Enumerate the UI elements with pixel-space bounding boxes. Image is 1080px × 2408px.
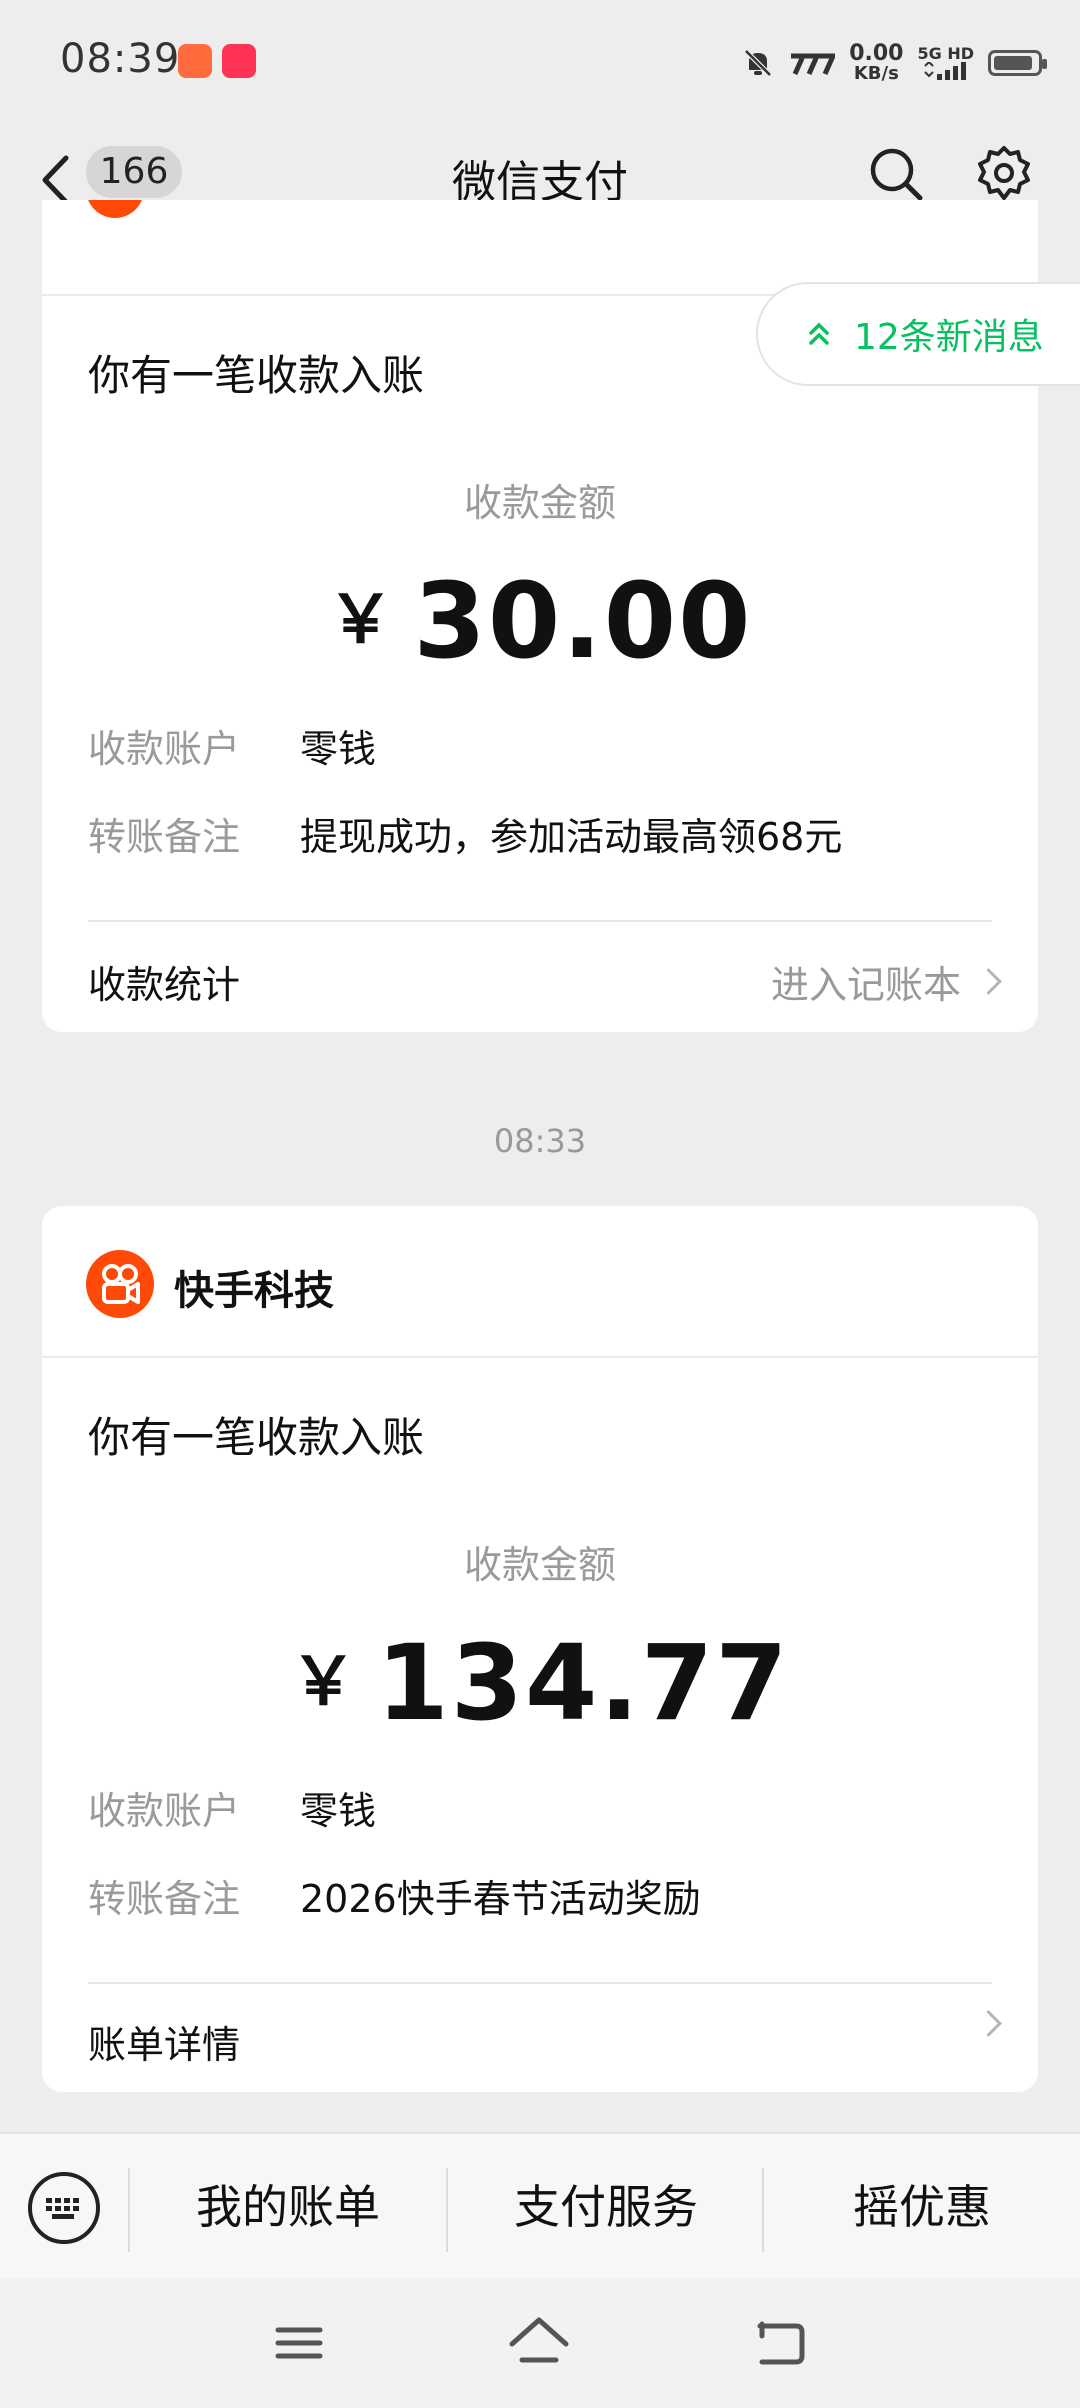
- message-time: 08:33: [493, 1122, 587, 1160]
- network-type: 5G HD: [917, 46, 974, 80]
- amount-value: ￥ 134.77: [42, 1622, 1038, 1744]
- app-notification-icon-1: [178, 44, 212, 78]
- chevron-right-icon: [975, 2010, 1002, 2037]
- net-speed-unit: KB/s: [853, 63, 899, 84]
- system-nav-bar: [0, 2278, 1080, 2408]
- detail-key: 收款账户: [88, 1789, 241, 1833]
- amount-number: 134.77: [376, 1622, 790, 1744]
- net-speed: 0.00 KB/s: [849, 43, 903, 83]
- detail-row-account: 收款账户 零钱: [88, 718, 376, 773]
- detail-key: 转账备注: [88, 815, 241, 859]
- footer-divider: [88, 1982, 992, 1984]
- network-type-label: 5G HD: [917, 44, 974, 63]
- menu-shake-deals[interactable]: 摇优惠: [764, 2134, 1080, 2280]
- app-notification-icon-2: [222, 44, 256, 78]
- currency-symbol: ￥: [327, 581, 394, 658]
- detail-value: 零钱: [300, 1789, 377, 1833]
- battery-icon: [988, 50, 1047, 76]
- kuaishou-camera-icon: [102, 1264, 140, 1304]
- detail-key: 收款账户: [88, 727, 241, 771]
- kuaishou-logo-icon-partial: [86, 200, 144, 218]
- home-icon[interactable]: [504, 2308, 574, 2378]
- bill-details-row[interactable]: 账单详情: [88, 2010, 1002, 2067]
- card-headline: 你有一笔收款入账: [88, 351, 425, 400]
- status-time: 08:39: [60, 36, 181, 82]
- bottom-menu-bar: 我的账单 支付服务 摇优惠: [0, 2132, 1080, 2280]
- status-bar: 08:39 0.00 KB/s 5G HD: [0, 0, 1080, 124]
- merchant-name: 快手科技: [174, 1268, 334, 1314]
- menu-my-bills[interactable]: 我的账单: [130, 2134, 446, 2280]
- keyboard-toggle-button[interactable]: [28, 2172, 100, 2244]
- menu-lines-icon[interactable]: [264, 2308, 334, 2378]
- back-arrow-icon[interactable]: [746, 2308, 816, 2378]
- card-headline: 你有一笔收款入账: [88, 1413, 425, 1462]
- detail-key: 转账备注: [88, 1877, 241, 1921]
- detail-value: 2026快手春节活动奖励: [300, 1877, 701, 1921]
- detail-row-remark: 转账备注 提现成功，参加活动最高领68元: [88, 806, 842, 861]
- detail-value: 零钱: [300, 727, 377, 771]
- footer-divider: [88, 920, 992, 922]
- new-messages-button[interactable]: 12条新消息: [756, 282, 1080, 386]
- mute-bell-icon: [744, 49, 772, 77]
- payment-card-2[interactable]: 快手科技 你有一笔收款入账 收款金额 ￥ 134.77 收款账户 零钱 转账备注 20…: [42, 1206, 1038, 2092]
- gear-icon[interactable]: [974, 144, 1034, 204]
- net-speed-value: 0.00: [849, 41, 904, 66]
- detail-value: 提现成功，参加活动最高领68元: [300, 815, 843, 859]
- search-icon[interactable]: [866, 144, 926, 204]
- detail-row-account: 收款账户 零钱: [88, 1780, 376, 1835]
- status-indicators: 0.00 KB/s 5G HD: [741, 38, 1047, 88]
- open-ledger-label: 进入记账本: [770, 963, 961, 1007]
- bill-details-chevron: [975, 2010, 1002, 2037]
- receipt-stats-row[interactable]: 收款统计 进入记账本: [88, 954, 1002, 1007]
- amount-number: 30.00: [413, 560, 753, 682]
- signal-bars-icon: [924, 62, 966, 80]
- battery-fill: [994, 56, 1033, 70]
- bill-details-label: 账单详情: [88, 2023, 241, 2067]
- card-header-divider: [42, 1356, 1038, 1358]
- keyboard-icon: [46, 2198, 79, 2219]
- currency-symbol: ￥: [290, 1643, 357, 1720]
- chevron-right-icon: [975, 968, 1002, 995]
- double-chevron-up-icon: [809, 322, 829, 345]
- kuaishou-logo-icon: [86, 1250, 154, 1318]
- detail-row-remark: 转账备注 2026快手春节活动奖励: [88, 1868, 701, 1923]
- amount-value: ￥ 30.00: [42, 560, 1038, 682]
- receipt-stats-label: 收款统计: [88, 963, 241, 1007]
- new-messages-label: 12条新消息: [854, 317, 1044, 358]
- amount-label: 收款金额: [463, 481, 616, 525]
- amount-label: 收款金额: [463, 1543, 616, 1587]
- open-ledger-link[interactable]: 进入记账本: [770, 954, 1002, 1009]
- menu-payment-services[interactable]: 支付服务: [448, 2134, 764, 2280]
- signal-sim-icon: [791, 53, 836, 76]
